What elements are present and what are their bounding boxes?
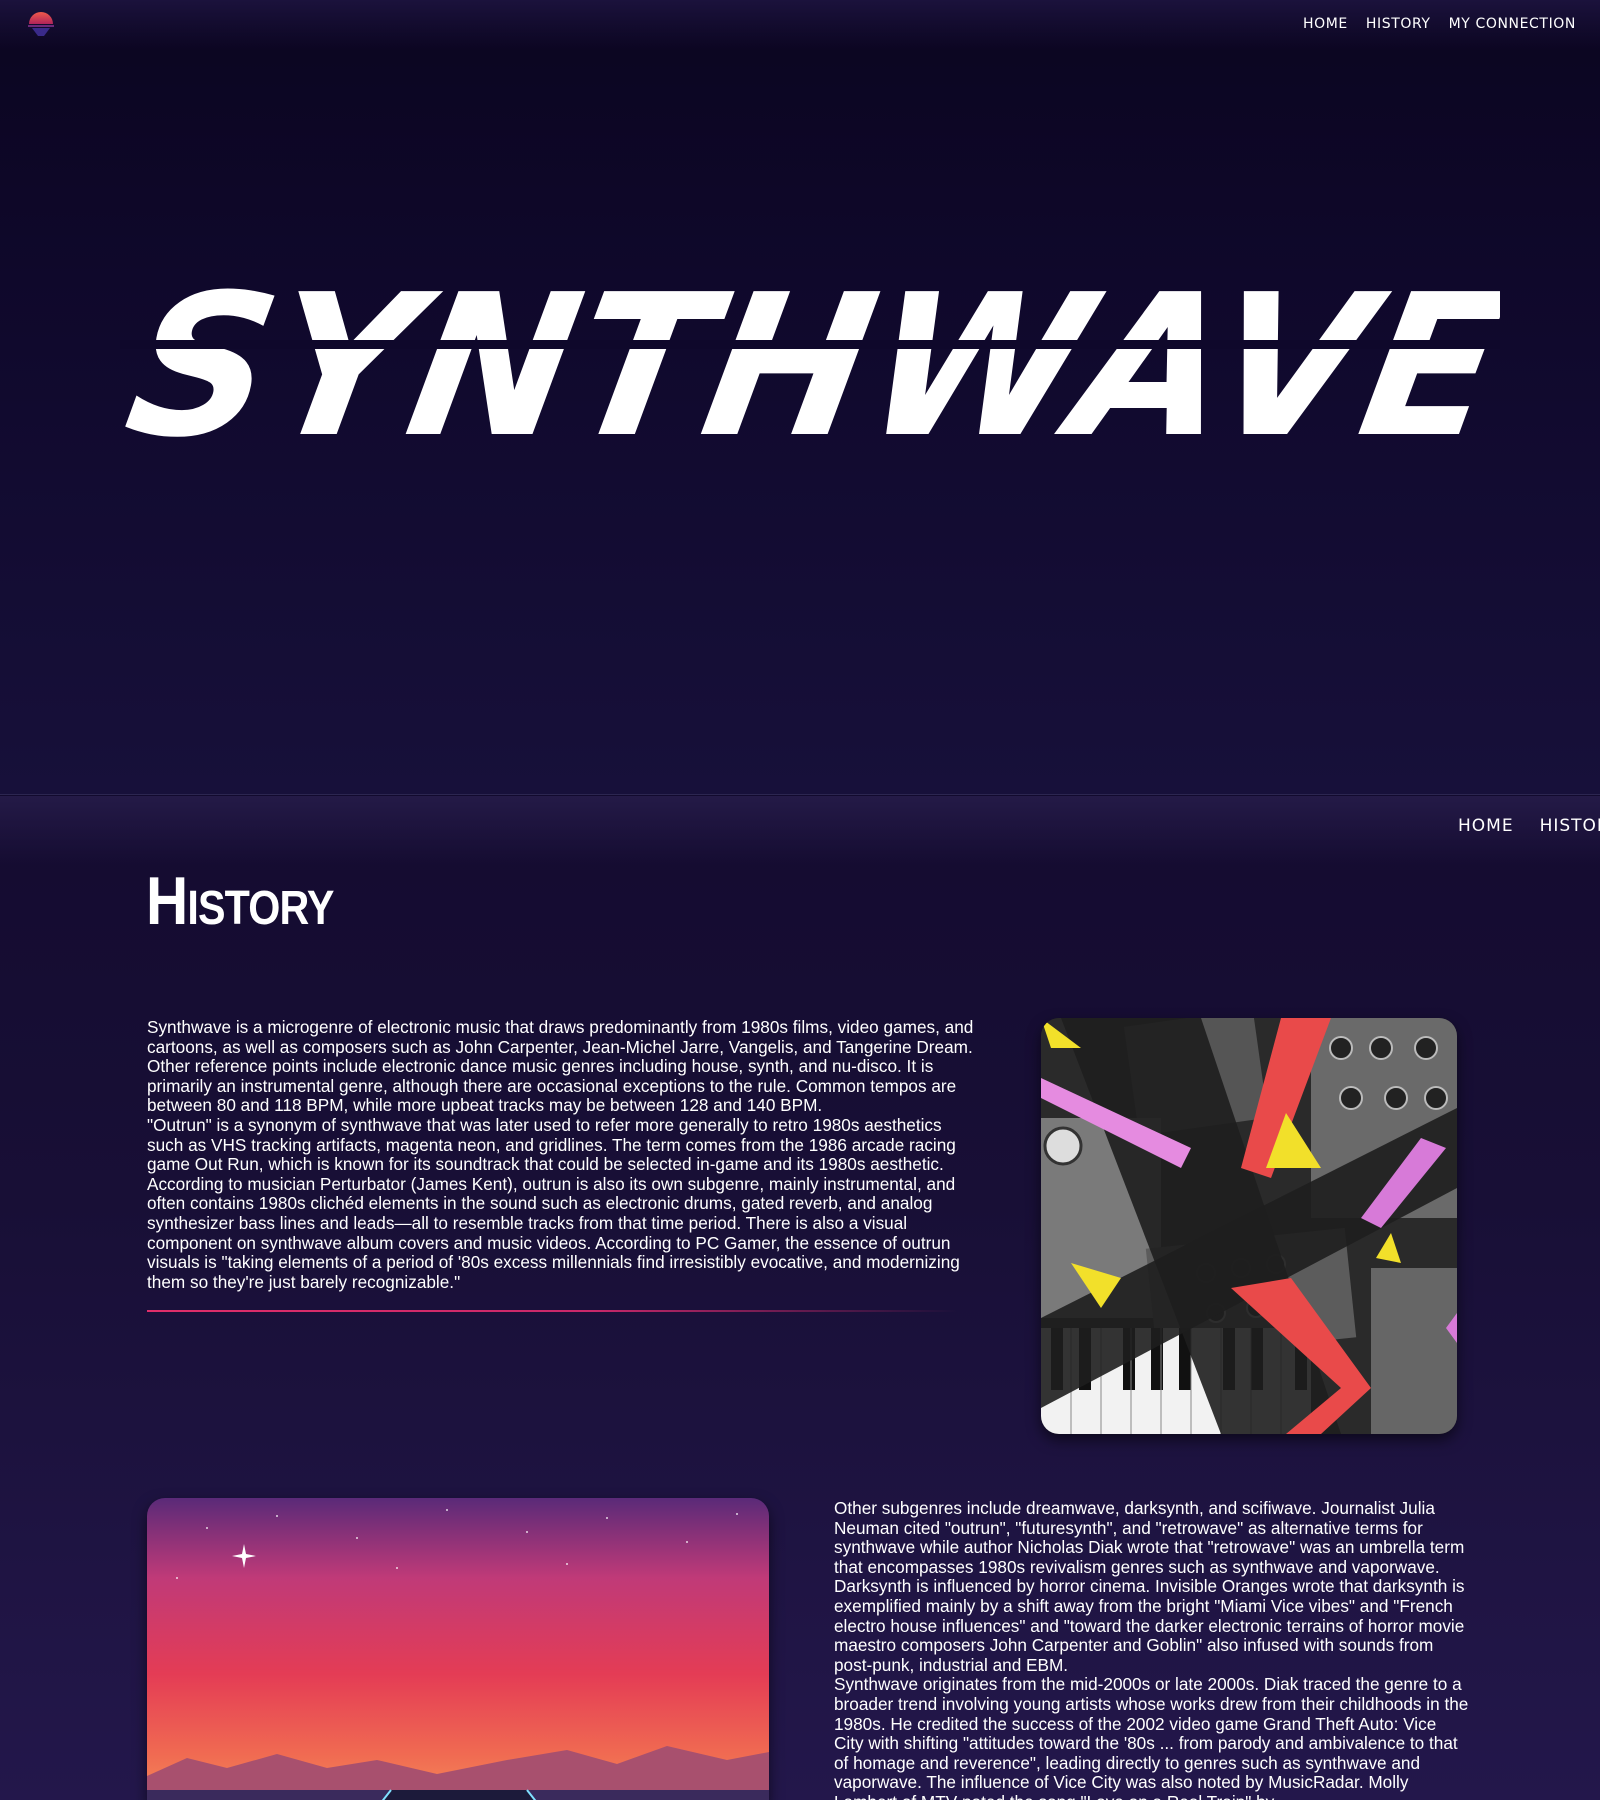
history-paragraph: Synthwave originates from the mid-2000s …: [834, 1674, 1469, 1800]
history-text-block-2: Other subgenres include dreamwave, darks…: [834, 1498, 1469, 1800]
hero-section: HOME HISTORY MY CONNECTION SYNTHWAVE: [0, 0, 1600, 795]
history-heading: History: [146, 863, 334, 939]
synthwave-sunset-image: [147, 1498, 769, 1800]
nav-home-link-2[interactable]: HOME: [1458, 816, 1514, 836]
nav-history-link-2[interactable]: HISTORY: [1540, 816, 1600, 836]
history-paragraph: "Outrun" is a synonym of synthwave that …: [147, 1114, 960, 1292]
history-paragraph: Other subgenres include dreamwave, darks…: [834, 1498, 1465, 1675]
nav-home-link[interactable]: HOME: [1303, 16, 1348, 32]
synthwave-title-logo: SYNTHWAVE: [120, 258, 1500, 458]
nav-my-connection-link[interactable]: MY CONNECTION: [1449, 16, 1576, 32]
nav-history-link[interactable]: HISTORY: [1366, 16, 1431, 32]
synthesizer-collage-image: [1041, 1018, 1457, 1434]
history-topbar: [0, 796, 1600, 866]
hero-nav: HOME HISTORY MY CONNECTION: [1303, 16, 1576, 32]
sunset-logo-icon[interactable]: [24, 8, 58, 38]
section-divider: [147, 1310, 957, 1312]
history-paragraph: Synthwave is a microgenre of electronic …: [147, 1017, 974, 1116]
history-nav: HOME HISTORY: [1458, 816, 1600, 836]
svg-text:SYNTHWAVE: SYNTHWAVE: [120, 258, 1500, 458]
history-text-block-1: Synthwave is a microgenre of electronic …: [147, 1017, 977, 1292]
history-section: HOME HISTORY History Synthwave is a micr…: [0, 796, 1600, 1800]
